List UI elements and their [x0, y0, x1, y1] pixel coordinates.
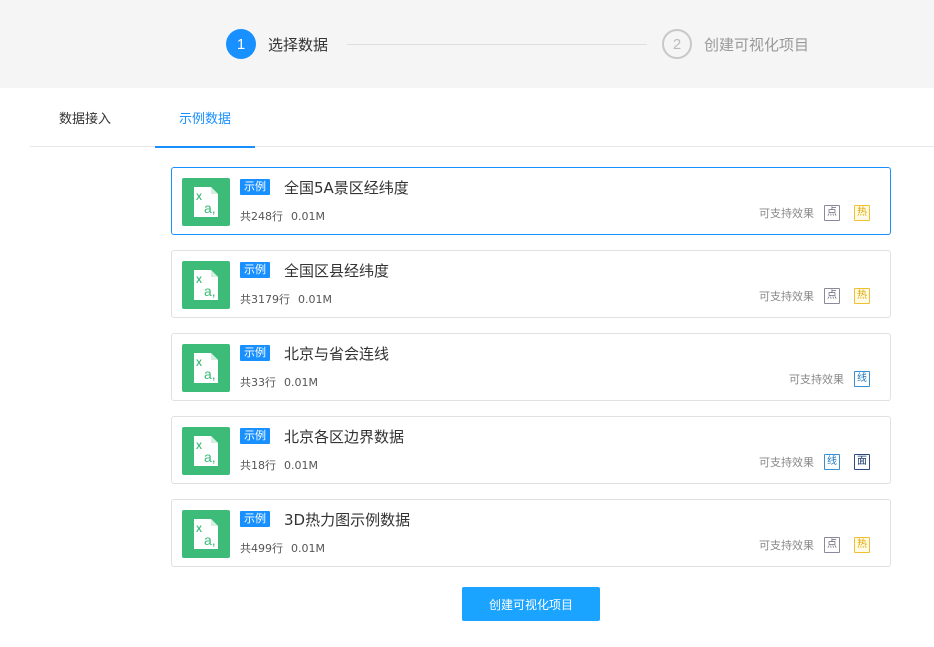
dataset-rows: 共248行 — [240, 210, 283, 223]
effect-line-tag: 线 — [824, 454, 840, 470]
sample-badge: 示例 — [240, 345, 270, 361]
effect-heat-tag: 热 — [854, 205, 870, 221]
dataset-title: 北京各区边界数据 — [284, 428, 405, 446]
svg-text:a,: a, — [204, 366, 216, 382]
dataset-size: 0.01M — [284, 459, 318, 472]
step-label: 选择数据 — [268, 35, 329, 54]
tab-data-access[interactable]: 数据接入 — [30, 88, 140, 147]
dataset-card[interactable]: X a, 示例 3D热力图示例数据 共499行 0.01M 可支持效果 点 热 — [171, 499, 891, 567]
svg-text:a,: a, — [204, 200, 216, 216]
dataset-size: 0.01M — [284, 376, 318, 389]
supported-effects: 可支持效果 点 热 — [759, 537, 870, 553]
dataset-rows: 共18行 — [240, 459, 276, 472]
dataset-card[interactable]: X a, 示例 北京各区边界数据 共18行 0.01M 可支持效果 线 面 — [171, 416, 891, 484]
step-select-data: 1 选择数据 — [226, 29, 328, 59]
dataset-meta: 共3179行 0.01M — [240, 291, 332, 307]
effects-label: 可支持效果 — [759, 539, 814, 552]
dataset-rows: 共3179行 — [240, 293, 290, 306]
sample-badge: 示例 — [240, 262, 270, 278]
dataset-size: 0.01M — [298, 293, 332, 306]
effect-point-tag: 点 — [824, 537, 840, 553]
supported-effects: 可支持效果 线 — [789, 371, 870, 387]
dataset-meta: 共499行 0.01M — [240, 540, 325, 556]
supported-effects: 可支持效果 点 热 — [759, 288, 870, 304]
stepper: 1 选择数据 2 创建可视化项目 — [0, 0, 934, 88]
sample-badge: 示例 — [240, 428, 270, 444]
create-visualization-button[interactable]: 创建可视化项目 — [462, 587, 600, 621]
supported-effects: 可支持效果 点 热 — [759, 205, 870, 221]
effect-point-tag: 点 — [824, 205, 840, 221]
dataset-list: X a, 示例 全国5A景区经纬度 共248行 0.01M 可支持效果 点 热 X… — [171, 167, 891, 582]
dataset-size: 0.01M — [291, 542, 325, 555]
dataset-rows: 共499行 — [240, 542, 283, 555]
svg-text:X: X — [196, 275, 202, 285]
svg-text:X: X — [196, 441, 202, 451]
svg-text:X: X — [196, 358, 202, 368]
dataset-title: 全国区县经纬度 — [284, 262, 390, 280]
effects-label: 可支持效果 — [759, 207, 814, 220]
svg-text:a,: a, — [204, 532, 216, 548]
step-connector — [347, 44, 647, 45]
dataset-title: 全国5A景区经纬度 — [284, 179, 409, 197]
sample-badge: 示例 — [240, 511, 270, 527]
effect-line-tag: 线 — [854, 371, 870, 387]
tab-sample-data[interactable]: 示例数据 — [155, 88, 255, 148]
effect-area-tag: 面 — [854, 454, 870, 470]
effects-label: 可支持效果 — [789, 373, 844, 386]
excel-file-icon: X a, — [182, 510, 230, 558]
effect-point-tag: 点 — [824, 288, 840, 304]
dataset-meta: 共248行 0.01M — [240, 208, 325, 224]
effect-heat-tag: 热 — [854, 288, 870, 304]
dataset-rows: 共33行 — [240, 376, 276, 389]
effects-label: 可支持效果 — [759, 290, 814, 303]
step-number: 2 — [662, 29, 692, 59]
svg-text:a,: a, — [204, 449, 216, 465]
dataset-meta: 共18行 0.01M — [240, 457, 318, 473]
dataset-title: 3D热力图示例数据 — [284, 511, 411, 529]
step-number: 1 — [226, 29, 256, 59]
effects-label: 可支持效果 — [759, 456, 814, 469]
svg-text:X: X — [196, 192, 202, 202]
svg-text:X: X — [196, 524, 202, 534]
excel-file-icon: X a, — [182, 178, 230, 226]
step-create-project: 2 创建可视化项目 — [662, 29, 809, 59]
dataset-size: 0.01M — [291, 210, 325, 223]
dataset-card[interactable]: X a, 示例 北京与省会连线 共33行 0.01M 可支持效果 线 — [171, 333, 891, 401]
excel-file-icon: X a, — [182, 427, 230, 475]
supported-effects: 可支持效果 线 面 — [759, 454, 870, 470]
dataset-card[interactable]: X a, 示例 全国5A景区经纬度 共248行 0.01M 可支持效果 点 热 — [171, 167, 891, 235]
svg-text:a,: a, — [204, 283, 216, 299]
effect-heat-tag: 热 — [854, 537, 870, 553]
tab-bar: 数据接入 示例数据 — [30, 88, 934, 148]
step-label: 创建可视化项目 — [704, 35, 810, 54]
sample-badge: 示例 — [240, 179, 270, 195]
dataset-card[interactable]: X a, 示例 全国区县经纬度 共3179行 0.01M 可支持效果 点 热 — [171, 250, 891, 318]
excel-file-icon: X a, — [182, 344, 230, 392]
dataset-title: 北京与省会连线 — [284, 345, 390, 363]
dataset-meta: 共33行 0.01M — [240, 374, 318, 390]
excel-file-icon: X a, — [182, 261, 230, 309]
